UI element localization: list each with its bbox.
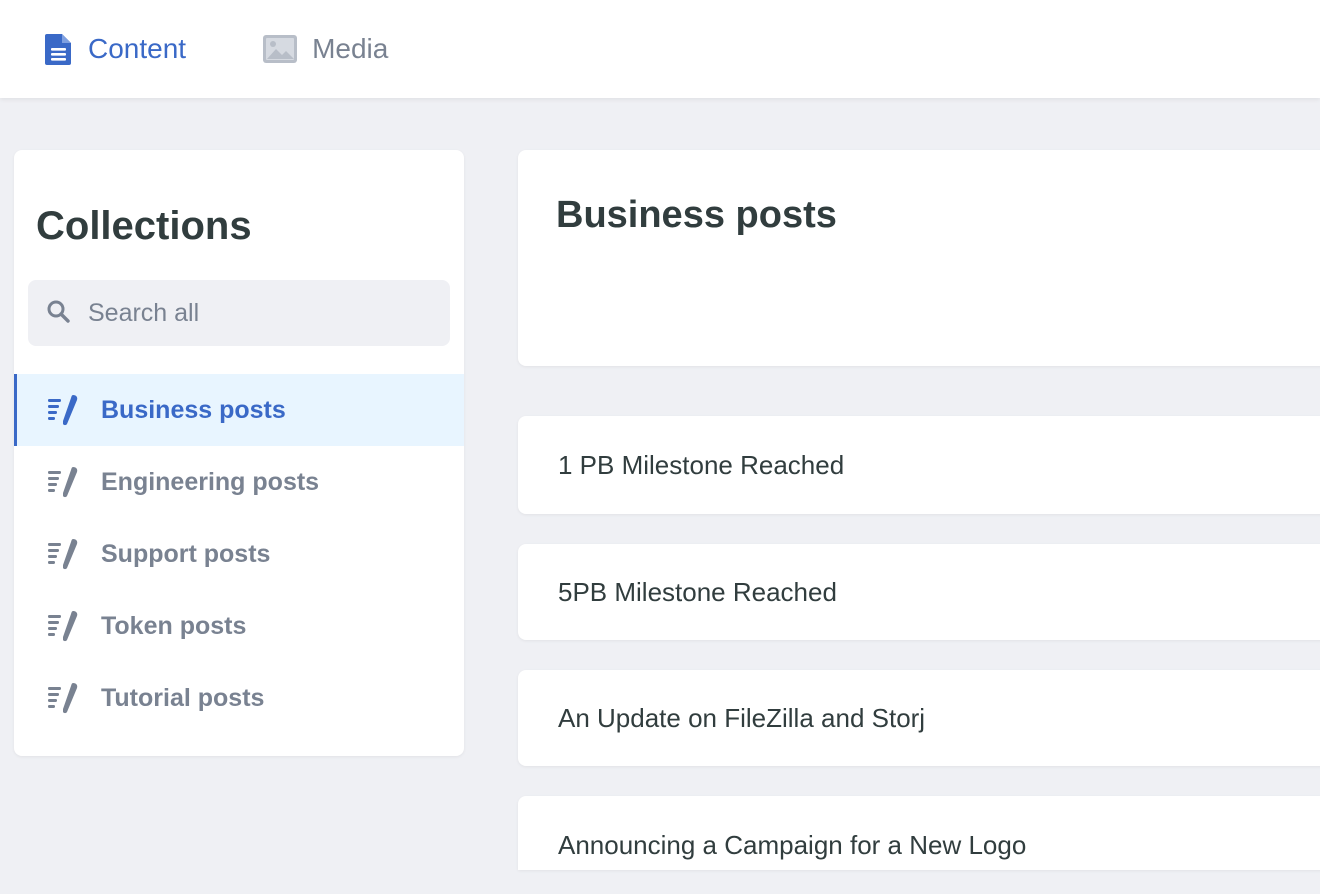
entry-card[interactable]: Announcing a Campaign for a New Logo [518,796,1320,870]
sidebar-item-label: Engineering posts [101,467,320,496]
sidebar-item-label: Support posts [101,539,271,568]
sidebar-item-label: Business posts [101,395,286,424]
search-input[interactable] [88,298,428,328]
entry-title: Announcing a Campaign for a New Logo [558,829,1027,860]
sidebar-item-label: Tutorial posts [101,683,265,712]
page-title: Business posts [556,194,837,236]
collection-icon [47,538,79,570]
collection-icon [47,610,79,642]
sidebar-item-engineering-posts[interactable]: Engineering posts [14,446,464,518]
entry-card[interactable]: 1 PB Milestone Reached [518,416,1320,514]
tab-media-label: Media [312,33,389,64]
collection-list: Business posts Engineering posts Support… [14,374,464,734]
entry-title: 1 PB Milestone Reached [558,449,845,480]
tab-content-label: Content [88,33,187,64]
image-icon [262,34,298,64]
sidebar-item-label: Token posts [101,611,247,640]
sidebar-item-tutorial-posts[interactable]: Tutorial posts [14,662,464,734]
tab-media[interactable]: Media [262,33,388,65]
search-box[interactable] [28,280,450,346]
entry-title: 5PB Milestone Reached [558,576,837,607]
document-icon [44,32,74,66]
collection-icon [47,394,79,426]
tab-content[interactable]: Content [44,32,186,66]
sidebar-title: Collections [36,204,252,248]
sidebar-item-business-posts[interactable]: Business posts [14,374,464,446]
collection-icon [47,466,79,498]
entry-card[interactable]: 5PB Milestone Reached [518,544,1320,640]
entry-card[interactable]: An Update on FileZilla and Storj [518,670,1320,766]
top-nav: Content Media [0,0,1320,98]
search-icon [46,299,70,328]
collection-header: Business posts [518,150,1320,366]
collection-icon [47,682,79,714]
sidebar-item-token-posts[interactable]: Token posts [14,590,464,662]
collections-sidebar: Collections Business posts [14,150,464,756]
entry-title: An Update on FileZilla and Storj [558,702,926,733]
sidebar-item-support-posts[interactable]: Support posts [14,518,464,590]
